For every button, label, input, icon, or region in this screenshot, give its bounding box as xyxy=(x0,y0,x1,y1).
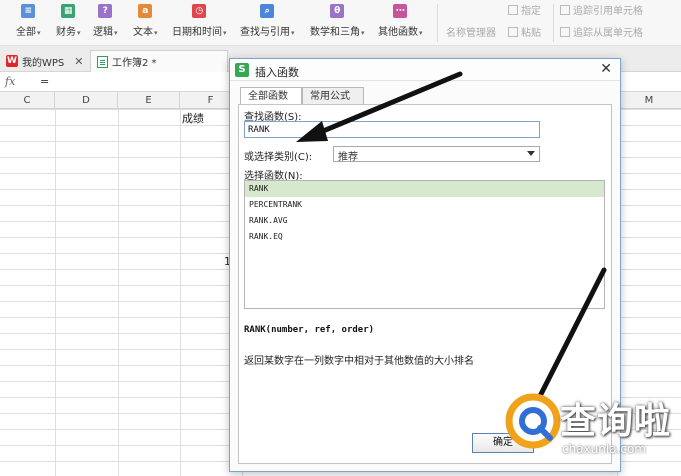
close-icon[interactable]: ✕ xyxy=(600,61,612,77)
name-manager-button[interactable]: 名称管理器 xyxy=(446,24,496,39)
formula-ribbon: ≡ 全部▾ ▦ 财务▾ ? 逻辑▾ a 文本▾ ◷ 日期和时间▾ ⌕ 查找与引用… xyxy=(0,0,681,46)
more-icon: ⋯ xyxy=(393,4,408,18)
trace-precedents-button[interactable]: 追踪引用单元格 xyxy=(560,2,643,17)
theta-icon: θ xyxy=(330,4,345,18)
ribbon-divider xyxy=(437,4,438,42)
trace-dependents-button[interactable]: 追踪从属单元格 xyxy=(560,24,643,39)
dialog-title-bar[interactable]: S 插入函数 ✕ xyxy=(230,59,620,81)
trace-precedents-icon xyxy=(560,5,570,15)
grid-line xyxy=(55,109,56,476)
cell-f-header[interactable]: 成绩 xyxy=(182,110,212,126)
specify-icon xyxy=(508,5,518,15)
all-functions-icon: ≡ xyxy=(21,4,36,18)
wps-sheet-logo-icon: S xyxy=(235,63,249,77)
watermark-en: chaxunla.com xyxy=(562,442,646,456)
watermark-cn: 查询啦 xyxy=(560,401,672,442)
text-icon: a xyxy=(138,4,153,18)
trace-dependents-icon xyxy=(560,27,570,37)
function-search-input[interactable] xyxy=(244,121,540,138)
column-header-d[interactable]: D xyxy=(55,92,118,109)
lookup-reference-button[interactable]: ⌕ 查找与引用▾ xyxy=(240,0,295,46)
list-item[interactable]: RANK xyxy=(245,181,604,197)
date-time-button[interactable]: ◷ 日期和时间▾ xyxy=(172,0,227,46)
function-list[interactable]: RANK PERCENTRANK RANK.AVG RANK.EQ xyxy=(244,180,605,309)
tab-workbook[interactable]: 工作簿2 * xyxy=(90,50,228,72)
column-header-c[interactable]: C xyxy=(0,92,55,109)
wps-logo-icon: W xyxy=(6,55,18,67)
function-syntax: RANK(number, ref, order) xyxy=(244,325,375,335)
fx-icon[interactable]: fx xyxy=(5,75,15,88)
lookup-icon: ⌕ xyxy=(260,4,275,18)
math-trig-button[interactable]: θ 数学和三角▾ xyxy=(310,0,365,46)
dropdown-arrow-icon xyxy=(527,151,535,156)
list-item[interactable]: RANK.AVG xyxy=(245,213,604,229)
all-functions-button[interactable]: ≡ 全部▾ xyxy=(16,0,41,46)
tab-common-formulas[interactable]: 常用公式 xyxy=(302,87,364,105)
paste-icon xyxy=(508,27,518,37)
column-header-e[interactable]: E xyxy=(118,92,180,109)
category-label: 或选择类别(C): xyxy=(244,152,313,163)
finance-button[interactable]: ▦ 财务▾ xyxy=(56,0,81,46)
logic-button[interactable]: ? 逻辑▾ xyxy=(93,0,118,46)
ribbon-divider xyxy=(553,4,554,42)
text-button[interactable]: a 文本▾ xyxy=(133,0,158,46)
magnifier-logo-icon xyxy=(505,393,561,449)
list-item[interactable]: PERCENTRANK xyxy=(245,197,604,213)
clock-icon: ◷ xyxy=(192,4,207,18)
tab-my-wps[interactable]: W 我的WPS ✕ xyxy=(6,50,83,72)
finance-icon: ▦ xyxy=(61,4,76,18)
close-icon[interactable]: ✕ xyxy=(74,55,83,68)
spreadsheet-icon xyxy=(97,55,108,68)
specify-button[interactable]: 指定 xyxy=(508,2,541,17)
other-functions-button[interactable]: ⋯ 其他函数▾ xyxy=(378,0,423,46)
watermark: 查询啦 chaxunla.com xyxy=(500,384,681,476)
category-select[interactable]: 推荐 xyxy=(333,146,540,163)
logic-icon: ? xyxy=(98,4,113,18)
grid-line xyxy=(180,109,181,476)
paste-button[interactable]: 粘贴 xyxy=(508,24,541,39)
list-item[interactable]: RANK.EQ xyxy=(245,229,604,245)
column-header-m[interactable]: M xyxy=(617,92,681,109)
formula-input[interactable]: = xyxy=(40,75,49,88)
dialog-title: 插入函数 xyxy=(255,66,299,79)
grid-line xyxy=(118,109,119,476)
function-description: 返回某数字在一列数字中相对于其他数值的大小排名 xyxy=(244,356,474,367)
